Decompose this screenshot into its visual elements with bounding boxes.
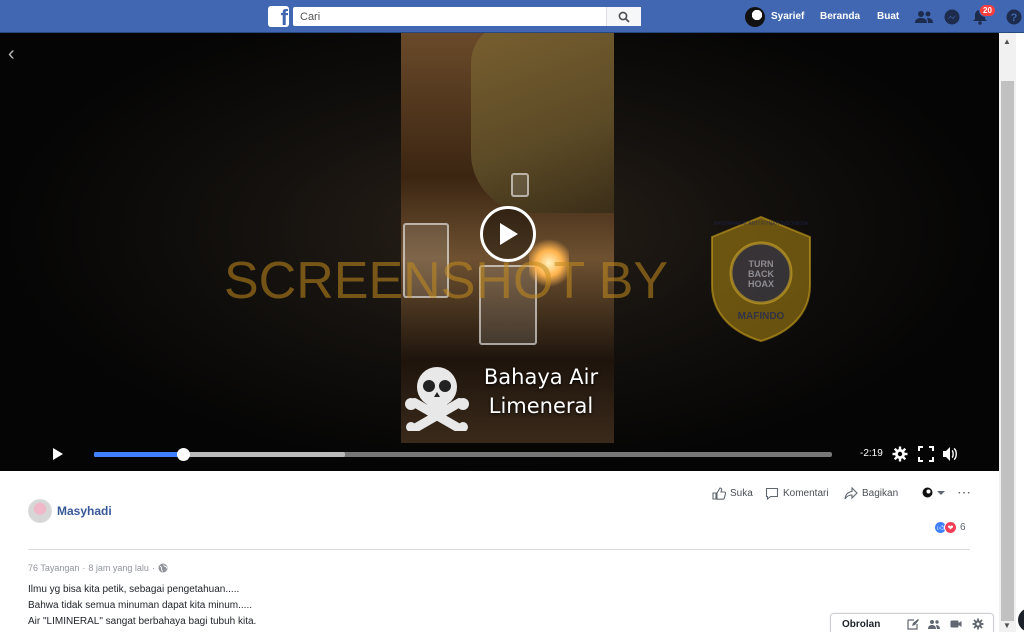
facebook-logo[interactable]: f: [268, 6, 289, 27]
search-icon: [618, 11, 630, 23]
scroll-down-icon[interactable]: ▼: [1003, 621, 1011, 630]
watermark-text: SCREENSHOT BY: [224, 252, 669, 310]
seal-bottom-text: MAFINDO: [738, 311, 785, 322]
page-scrollbar[interactable]: ▲ ▼: [999, 33, 1016, 632]
divider: [28, 549, 970, 550]
like-button[interactable]: Suka: [712, 487, 753, 500]
post-text-line: Bahwa tidak semua minuman dapat kita min…: [28, 600, 252, 611]
share-icon: [844, 487, 858, 500]
right-edge-strip: [1016, 33, 1024, 632]
new-group-icon[interactable]: [928, 618, 940, 630]
video-caption-line: Bahaya Air: [483, 365, 599, 389]
chat-bar[interactable]: Obrolan: [830, 613, 994, 632]
profile-name: Syarief: [771, 11, 805, 22]
like-label: Suka: [730, 488, 753, 499]
new-message-icon[interactable]: [907, 618, 919, 630]
share-button[interactable]: Bagikan: [844, 487, 898, 500]
create-link[interactable]: Buat: [877, 11, 899, 22]
profile-link[interactable]: Syarief: [745, 6, 804, 27]
video-scene-arm: [471, 33, 614, 213]
post-meta: 76 Tayangan · 8 jam yang lalu ·: [28, 563, 168, 573]
view-count: 76 Tayangan: [28, 563, 80, 573]
messenger-icon[interactable]: [942, 7, 962, 27]
more-options-icon[interactable]: ⋯: [957, 484, 972, 501]
share-label: Bagikan: [862, 488, 899, 499]
post-body: Ilmu yg bisa kita petik, sebagai pengeta…: [28, 582, 256, 630]
top-navigation-bar: f Syarief Beranda Buat 20 ?: [0, 0, 1024, 33]
fullscreen-icon[interactable]: [918, 446, 934, 462]
back-chevron-icon[interactable]: ‹: [8, 43, 15, 66]
post-text-line: Air "LIMINERAL" sangat berbahaya bagi tu…: [28, 616, 257, 627]
progress-bar[interactable]: [94, 448, 832, 461]
mafindo-seal-logo: MASYARAKAT ANTI FITNAH INDONESIA TURN BAC…: [711, 215, 811, 343]
seal-top-text: MASYARAKAT ANTI FITNAH INDONESIA: [714, 221, 809, 227]
friends-icon[interactable]: [914, 7, 934, 27]
settings-gear-icon[interactable]: [892, 446, 908, 462]
reaction-count: 6: [960, 522, 966, 533]
video-caption: Bahaya Air Limeneral: [481, 363, 601, 421]
globe-icon[interactable]: [158, 563, 168, 573]
share-as-selector[interactable]: [922, 487, 945, 498]
chat-settings-gear-icon[interactable]: [972, 618, 984, 630]
comment-icon: [765, 487, 779, 500]
facebook-logo-letter: f: [280, 6, 288, 27]
comment-label: Komentari: [783, 488, 829, 499]
video-scene-glass: [511, 173, 529, 197]
reactions-summary[interactable]: 👍︎ ❤︎ 6: [934, 521, 966, 534]
video-controls: -2:19: [0, 438, 999, 471]
comment-button[interactable]: Komentari: [765, 487, 829, 500]
seal-center-line: BACK: [748, 269, 774, 279]
scroll-up-icon[interactable]: ▲: [1003, 37, 1011, 46]
search-box: [293, 7, 641, 27]
chevron-down-icon: [937, 490, 945, 495]
video-call-icon[interactable]: [950, 618, 962, 630]
author-name[interactable]: Masyhadi: [57, 504, 112, 518]
home-link[interactable]: Beranda: [820, 11, 860, 22]
video-caption-line: Limeneral: [488, 394, 594, 418]
seal-center-line: TURN: [749, 259, 774, 269]
video-player[interactable]: ‹ Bahaya Air Limeneral SCREENSHOT BY MAS…: [0, 33, 999, 471]
time-remaining: -2:19: [860, 448, 883, 459]
chat-label: Obrolan: [842, 619, 881, 630]
like-icon: [712, 487, 726, 500]
post-time[interactable]: 8 jam yang lalu: [88, 563, 149, 573]
notification-badge: 20: [979, 4, 996, 17]
seal-center-text: TURN BACK HOAX: [748, 259, 775, 289]
play-button[interactable]: [52, 447, 64, 461]
scroll-thumb[interactable]: [1001, 81, 1014, 621]
author-avatar[interactable]: [28, 499, 52, 523]
post-text-line: Ilmu yg bisa kita petik, sebagai pengeta…: [28, 584, 240, 595]
search-input[interactable]: [293, 7, 603, 27]
progress-played: [94, 452, 183, 457]
avatar: [745, 6, 765, 27]
help-icon[interactable]: ?: [1004, 7, 1024, 27]
page-avatar-icon: [922, 487, 933, 498]
meta-separator: ·: [82, 563, 86, 573]
love-reaction-icon: ❤︎: [944, 521, 957, 534]
search-button[interactable]: [606, 7, 641, 26]
meta-separator: ·: [151, 563, 155, 573]
play-icon: [500, 223, 518, 245]
progress-scrubber[interactable]: [176, 448, 190, 461]
seal-center-line: HOAX: [748, 279, 774, 289]
play-overlay-button[interactable]: [480, 206, 536, 262]
skull-crossbones-icon: [405, 367, 469, 431]
volume-icon[interactable]: [942, 446, 958, 462]
svg-text:?: ?: [1011, 12, 1018, 24]
